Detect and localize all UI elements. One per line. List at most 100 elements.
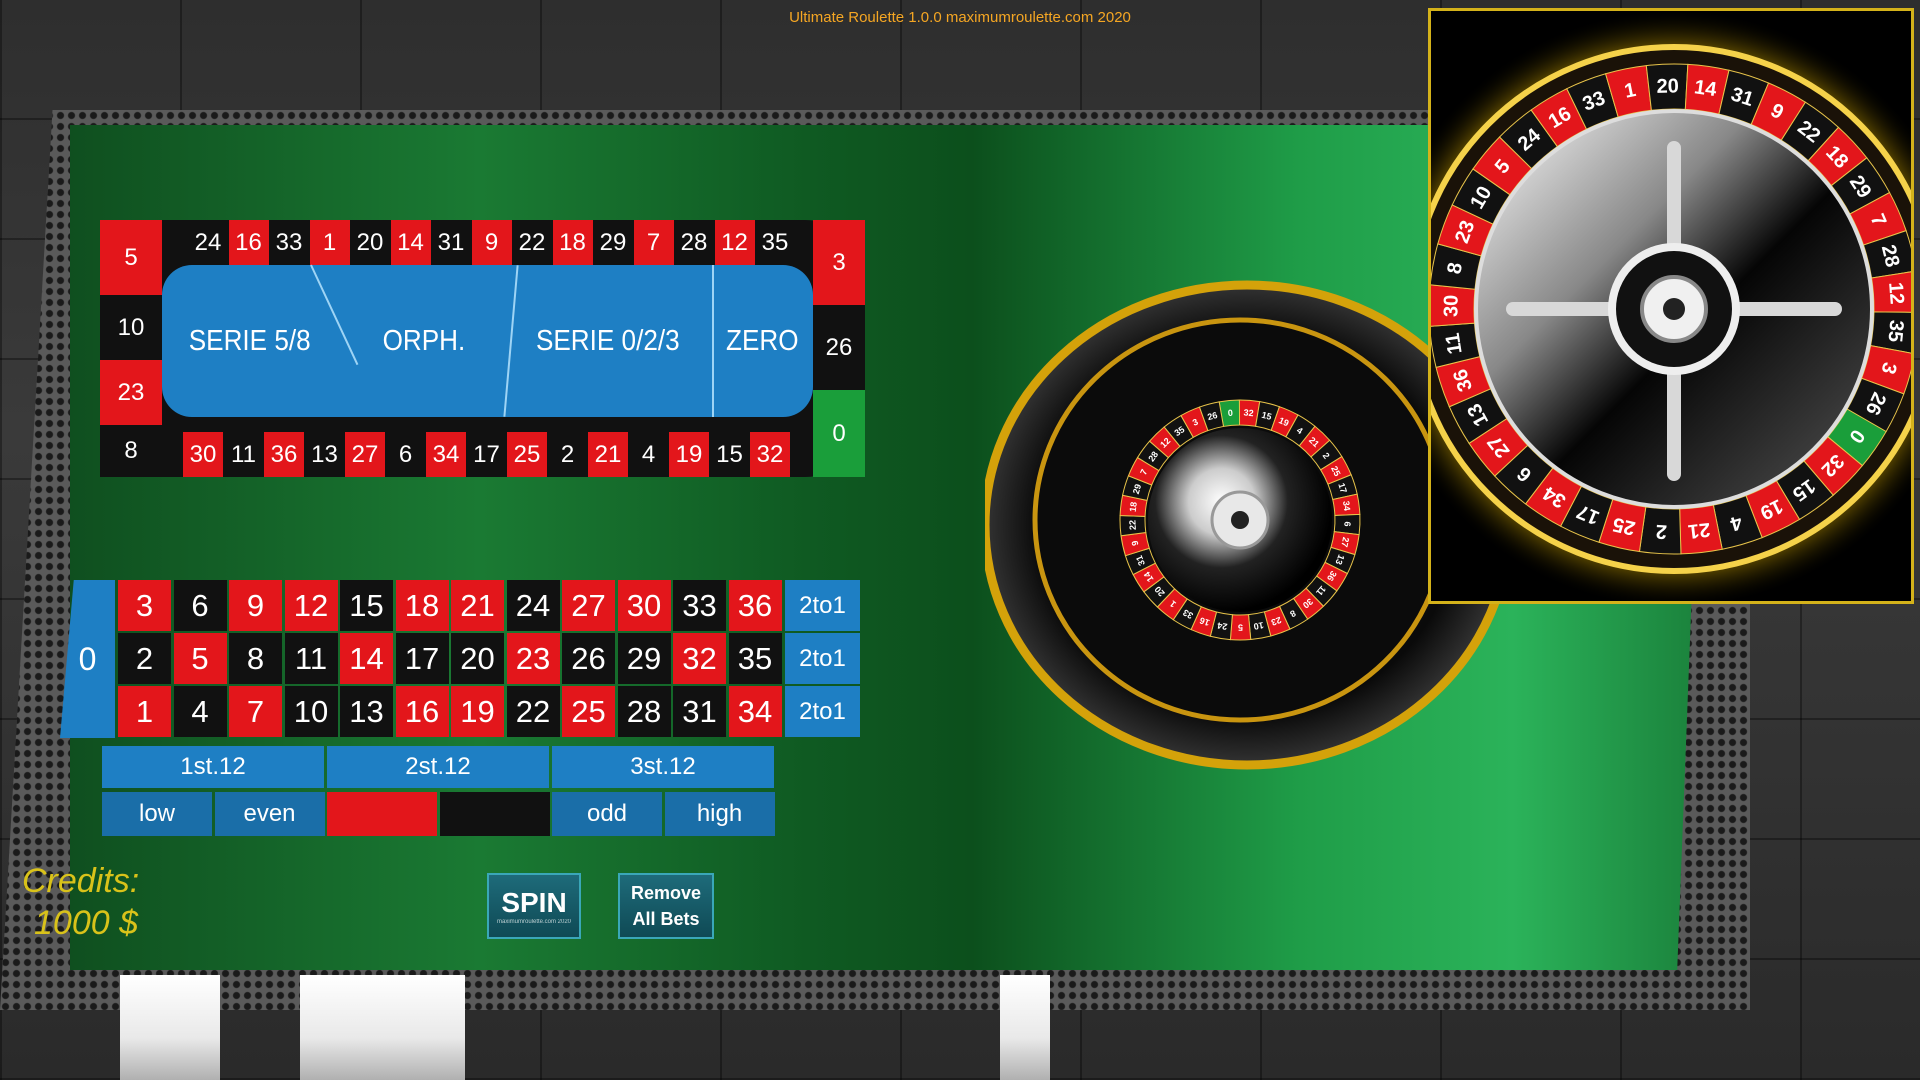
racetrack-number-21[interactable]: 21 bbox=[588, 432, 628, 477]
number-cell-26[interactable]: 26 bbox=[562, 633, 615, 684]
racetrack-number-18[interactable]: 18 bbox=[552, 220, 593, 265]
racetrack-number-31[interactable]: 31 bbox=[431, 220, 471, 265]
racetrack-number-22[interactable]: 22 bbox=[512, 220, 552, 265]
number-cell-32[interactable]: 32 bbox=[673, 633, 726, 684]
wheel-pocket-label-21: 21 bbox=[1687, 518, 1712, 542]
number-cell-25[interactable]: 25 bbox=[562, 686, 615, 737]
number-cell-28[interactable]: 28 bbox=[617, 686, 671, 737]
racetrack-number-0[interactable]: 0 bbox=[813, 390, 865, 477]
sector-zero[interactable]: ZERO bbox=[726, 325, 799, 358]
racetrack-number-12[interactable]: 12 bbox=[714, 220, 755, 265]
dozen-bet-2[interactable]: 2st.12 bbox=[327, 746, 549, 788]
racetrack-number-33[interactable]: 33 bbox=[269, 220, 309, 265]
outside-bet-high[interactable]: high bbox=[664, 792, 775, 836]
racetrack-number-23[interactable]: 23 bbox=[100, 360, 162, 425]
number-cell-34[interactable]: 34 bbox=[728, 686, 782, 737]
racetrack-number-26[interactable]: 26 bbox=[813, 305, 865, 390]
racetrack-number-4[interactable]: 4 bbox=[628, 432, 669, 477]
racetrack-number-5[interactable]: 5 bbox=[100, 220, 162, 295]
outside-bet-low[interactable]: low bbox=[102, 792, 212, 836]
racetrack-number-32[interactable]: 32 bbox=[750, 432, 790, 477]
dozen-bet-1[interactable]: 1st.12 bbox=[102, 746, 324, 788]
racetrack-number-35[interactable]: 35 bbox=[755, 220, 795, 265]
spin-button[interactable]: SPIN maximumroulette.com 2020 bbox=[487, 873, 581, 939]
racetrack-number-36[interactable]: 36 bbox=[264, 432, 304, 477]
number-cell-4[interactable]: 4 bbox=[173, 686, 227, 737]
racetrack-number-14[interactable]: 14 bbox=[390, 220, 431, 265]
number-cell-27[interactable]: 27 bbox=[562, 580, 615, 631]
number-cell-19[interactable]: 19 bbox=[451, 686, 504, 737]
number-cell-23[interactable]: 23 bbox=[506, 633, 560, 684]
racetrack-number-2[interactable]: 2 bbox=[547, 432, 588, 477]
racetrack-number-6[interactable]: 6 bbox=[385, 432, 426, 477]
racetrack-number-24[interactable]: 24 bbox=[188, 220, 228, 265]
remove-all-bets-button[interactable]: Remove All Bets bbox=[618, 873, 714, 939]
wheel-pocket-label-18: 18 bbox=[1128, 501, 1139, 512]
outside-bet-odd[interactable]: odd bbox=[552, 792, 662, 836]
racetrack[interactable]: 24 16 33 1 20 14 31 9 22 18 29 7 28 12 35 30 11 36 13 27 6 34… bbox=[100, 220, 865, 477]
racetrack-number-20[interactable]: 20 bbox=[350, 220, 390, 265]
number-cell-21[interactable]: 21 bbox=[451, 580, 504, 631]
number-cell-10[interactable]: 10 bbox=[284, 686, 338, 737]
racetrack-number-3[interactable]: 3 bbox=[813, 220, 865, 305]
number-cell-3[interactable]: 3 bbox=[118, 580, 171, 631]
outside-bet-black[interactable] bbox=[439, 792, 550, 836]
racetrack-number-10[interactable]: 10 bbox=[100, 295, 162, 360]
racetrack-number-34[interactable]: 34 bbox=[426, 432, 466, 477]
racetrack-number-16[interactable]: 16 bbox=[228, 220, 269, 265]
sector-serie-0-2-3[interactable]: SERIE 0/2/3 bbox=[536, 325, 680, 358]
racetrack-number-27[interactable]: 27 bbox=[345, 432, 385, 477]
wheel-pocket-label-5: 5 bbox=[1238, 622, 1243, 632]
column-bet-3[interactable]: 2to1 bbox=[785, 580, 860, 631]
racetrack-number-25[interactable]: 25 bbox=[507, 432, 547, 477]
racetrack-number-11[interactable]: 11 bbox=[223, 432, 264, 477]
number-cell-6[interactable]: 6 bbox=[173, 580, 227, 631]
column-bet-2[interactable]: 2to1 bbox=[785, 633, 860, 684]
number-cell-16[interactable]: 16 bbox=[395, 686, 449, 737]
column-bet-1[interactable]: 2to1 bbox=[785, 686, 860, 737]
number-cell-33[interactable]: 33 bbox=[673, 580, 726, 631]
outside-bet-red[interactable] bbox=[327, 792, 437, 836]
number-cell-31[interactable]: 31 bbox=[673, 686, 726, 737]
wheel-hub bbox=[1663, 298, 1685, 320]
dozen-bet-3[interactable]: 3st.12 bbox=[552, 746, 774, 788]
number-cell-29[interactable]: 29 bbox=[617, 633, 671, 684]
number-cell-30[interactable]: 30 bbox=[617, 580, 671, 631]
number-cell-17[interactable]: 17 bbox=[395, 633, 449, 684]
sector-orphelins[interactable]: ORPH. bbox=[383, 325, 466, 358]
racetrack-number-15[interactable]: 15 bbox=[709, 432, 750, 477]
number-cell-7[interactable]: 7 bbox=[229, 686, 282, 737]
racetrack-number-19[interactable]: 19 bbox=[669, 432, 709, 477]
number-cell-18[interactable]: 18 bbox=[395, 580, 449, 631]
racetrack-number-9[interactable]: 9 bbox=[471, 220, 512, 265]
number-cell-22[interactable]: 22 bbox=[506, 686, 560, 737]
number-cell-15[interactable]: 15 bbox=[340, 580, 393, 631]
racetrack-number-17[interactable]: 17 bbox=[466, 432, 507, 477]
outside-bet-even[interactable]: even bbox=[214, 792, 325, 836]
number-cell-24[interactable]: 24 bbox=[506, 580, 560, 631]
racetrack-number-7[interactable]: 7 bbox=[633, 220, 674, 265]
racetrack-number-29[interactable]: 29 bbox=[593, 220, 633, 265]
spin-label: SPIN bbox=[501, 887, 567, 918]
number-cell-20[interactable]: 20 bbox=[451, 633, 504, 684]
number-cell-13[interactable]: 13 bbox=[340, 686, 393, 737]
sector-serie-5-8[interactable]: SERIE 5/8 bbox=[189, 325, 311, 358]
wheel-closeup-panel: 0 32 15 19 4 21 2 25 17 34 6 27 13 36 11 30 8 23 10 5 24 16 33… bbox=[1428, 8, 1914, 604]
number-cell-1[interactable]: 1 bbox=[118, 686, 171, 737]
number-cell-14[interactable]: 14 bbox=[340, 633, 393, 684]
number-cell-5[interactable]: 5 bbox=[173, 633, 227, 684]
number-cell-12[interactable]: 12 bbox=[284, 580, 338, 631]
racetrack-number-8[interactable]: 8 bbox=[100, 425, 162, 477]
number-cell-9[interactable]: 9 bbox=[229, 580, 282, 631]
number-cell-36[interactable]: 36 bbox=[728, 580, 782, 631]
number-cell-8[interactable]: 8 bbox=[229, 633, 282, 684]
racetrack-number-1[interactable]: 1 bbox=[309, 220, 350, 265]
wheel-pocket-label-0: 0 bbox=[1227, 408, 1233, 418]
racetrack-number-28[interactable]: 28 bbox=[674, 220, 714, 265]
racetrack-number-30[interactable]: 30 bbox=[183, 432, 223, 477]
number-cell-2[interactable]: 2 bbox=[118, 633, 171, 684]
racetrack-number-13[interactable]: 13 bbox=[304, 432, 345, 477]
wheel-pocket-label-6: 6 bbox=[1342, 521, 1352, 526]
number-cell-35[interactable]: 35 bbox=[728, 633, 782, 684]
number-cell-11[interactable]: 11 bbox=[284, 633, 338, 684]
